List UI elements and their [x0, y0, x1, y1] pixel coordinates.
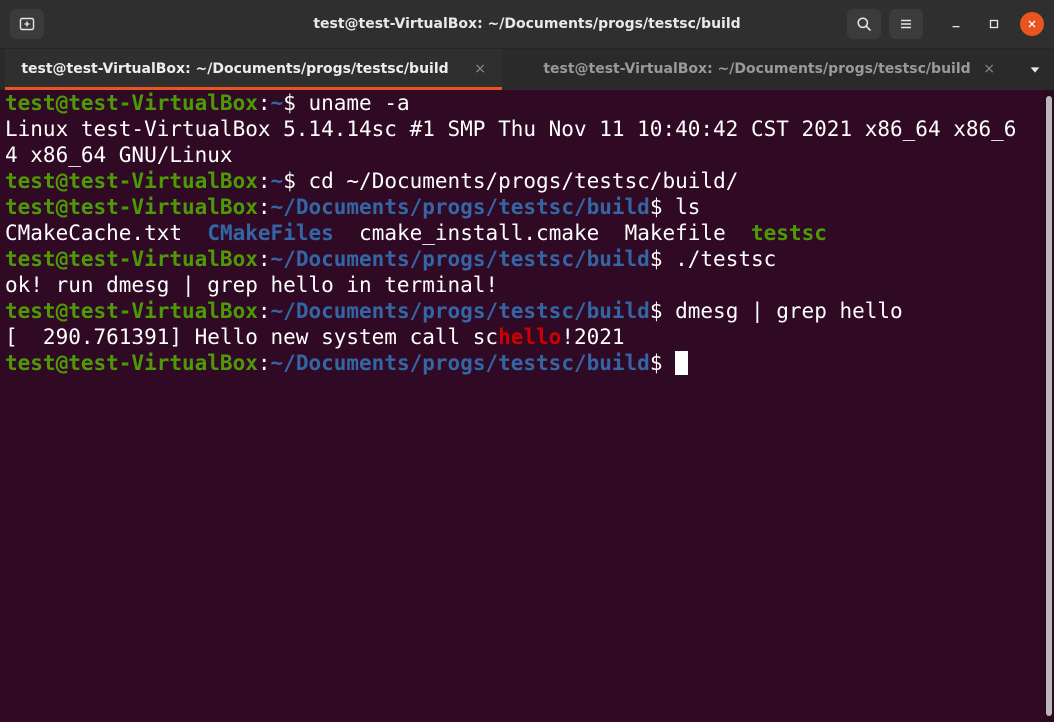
close-icon	[1028, 20, 1036, 28]
command-text: uname -a	[295, 91, 410, 115]
ls-entry-file: cmake_install.cmake	[359, 221, 600, 245]
prompt-user: test@test-VirtualBox	[5, 195, 258, 219]
text-cursor	[675, 351, 689, 375]
prompt-dollar: $	[649, 247, 663, 271]
search-icon	[857, 17, 871, 31]
search-button[interactable]	[847, 9, 881, 39]
tab-terminal-1[interactable]: test@test-VirtualBox: ~/Documents/progs/…	[5, 49, 502, 90]
ls-entry-file: CMakeCache.txt	[5, 221, 183, 245]
prompt-colon: :	[257, 91, 271, 115]
prompt-dollar: $	[649, 195, 663, 219]
minimize-button[interactable]	[946, 14, 966, 34]
prompt-path: ~/Documents/progs/testsc/build	[270, 247, 650, 271]
output-text: 4 x86_64 GNU/Linux	[5, 143, 233, 167]
terminal-line: ok! run dmesg | grep hello in terminal!	[5, 272, 1016, 298]
terminal-line: CMakeCache.txt CMakeFiles cmake_install.…	[5, 220, 1016, 246]
terminal-line: 4 x86_64 GNU/Linux	[5, 142, 1016, 168]
prompt-dollar: $	[649, 299, 663, 323]
command-text: ./testsc	[662, 247, 777, 271]
tab-close-icon[interactable]: ×	[474, 49, 486, 89]
ls-entry-directory: CMakeFiles	[207, 221, 334, 245]
grep-match-highlight: hello	[498, 325, 562, 349]
hamburger-menu-icon	[901, 19, 911, 29]
ls-entry-executable: testsc	[751, 221, 827, 245]
prompt-user: test@test-VirtualBox	[5, 299, 258, 323]
maximize-button[interactable]	[984, 14, 1004, 34]
terminal-window: test@test-VirtualBox: ~/Documents/progs/…	[0, 0, 1054, 722]
prompt-path: ~/Documents/progs/testsc/build	[270, 195, 650, 219]
prompt-dollar: $	[283, 169, 296, 193]
output-text: !2021	[561, 325, 625, 349]
maximize-icon	[989, 19, 999, 29]
prompt-colon: :	[257, 169, 271, 193]
menu-button[interactable]	[889, 9, 923, 39]
terminal-line: test@test-VirtualBox:~$ uname -a	[5, 90, 1016, 116]
output-text: Linux test-VirtualBox 5.14.14sc #1 SMP T…	[5, 117, 1017, 141]
prompt-colon: :	[257, 351, 271, 375]
prompt-path: ~	[270, 169, 284, 193]
prompt-colon: :	[257, 195, 271, 219]
prompt-user: test@test-VirtualBox	[5, 91, 258, 115]
prompt-dollar: $	[283, 91, 296, 115]
close-button[interactable]	[1020, 12, 1044, 36]
chevron-down-icon	[1030, 67, 1040, 73]
output-text: ok! run dmesg | grep hello in terminal!	[5, 273, 499, 297]
ls-entry-file: Makefile	[624, 221, 726, 245]
prompt-user: test@test-VirtualBox	[5, 351, 258, 375]
prompt-path: ~/Documents/progs/testsc/build	[270, 351, 650, 375]
prompt-path: ~	[270, 91, 284, 115]
tab-bar: test@test-VirtualBox: ~/Documents/progs/…	[0, 49, 1054, 90]
tab-label: test@test-VirtualBox: ~/Documents/progs/…	[21, 61, 449, 77]
tab-label: test@test-VirtualBox: ~/Documents/progs/…	[543, 61, 971, 77]
terminal-line: [ 290.761391] Hello new system call sche…	[5, 324, 1016, 350]
title-bar: test@test-VirtualBox: ~/Documents/progs/…	[0, 0, 1054, 49]
terminal-line: test@test-VirtualBox:~/Documents/progs/t…	[5, 350, 1016, 376]
minimize-icon	[952, 25, 960, 28]
prompt-dollar: $	[649, 351, 663, 375]
prompt-colon: :	[257, 299, 271, 323]
prompt-path: ~/Documents/progs/testsc/build	[270, 299, 650, 323]
terminal-line: Linux test-VirtualBox 5.14.14sc #1 SMP T…	[5, 116, 1016, 142]
command-text: ls	[662, 195, 701, 219]
tab-close-icon[interactable]: ×	[983, 49, 995, 89]
terminal-line: test@test-VirtualBox:~/Documents/progs/t…	[5, 246, 1016, 272]
tab-list-button[interactable]	[1026, 61, 1044, 79]
output-text: [ 290.761391] Hello new system call sc	[5, 325, 499, 349]
command-text: cd ~/Documents/progs/testsc/build/	[295, 169, 739, 193]
tab-terminal-2[interactable]: test@test-VirtualBox: ~/Documents/progs/…	[507, 49, 1011, 90]
prompt-user: test@test-VirtualBox	[5, 169, 258, 193]
terminal-line: test@test-VirtualBox:~/Documents/progs/t…	[5, 194, 1016, 220]
prompt-colon: :	[257, 247, 271, 271]
vertical-scrollbar[interactable]	[1044, 90, 1054, 722]
command-text: dmesg | grep hello	[662, 299, 903, 323]
terminal-line: test@test-VirtualBox:~/Documents/progs/t…	[5, 298, 1016, 324]
prompt-user: test@test-VirtualBox	[5, 247, 258, 271]
terminal-line: test@test-VirtualBox:~$ cd ~/Documents/p…	[5, 168, 1016, 194]
terminal-output[interactable]: test@test-VirtualBox:~$ uname -a Linux t…	[0, 90, 1044, 722]
scrollbar-thumb[interactable]	[1046, 96, 1052, 716]
